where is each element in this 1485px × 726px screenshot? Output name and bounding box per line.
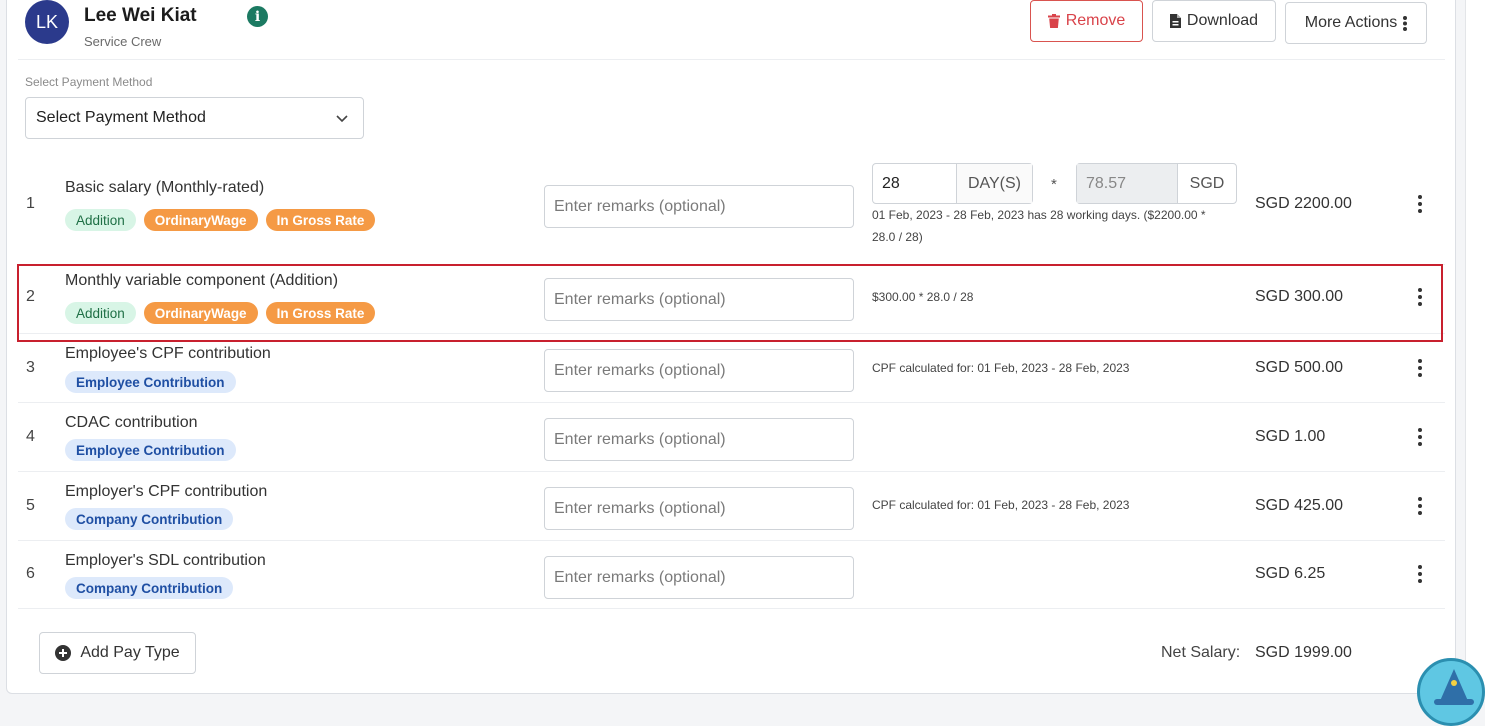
download-button[interactable]: Download bbox=[1152, 0, 1276, 42]
payment-method-label: Select Payment Method bbox=[25, 75, 153, 89]
pay-item-amount: SGD 6.25 bbox=[1255, 565, 1326, 582]
days-input-group[interactable]: 28 DAY(S) bbox=[872, 163, 1033, 204]
pay-item-title: CDAC contribution bbox=[65, 414, 198, 431]
badge-addition: Addition bbox=[65, 209, 136, 231]
pay-item-note: CPF calculated for: 01 Feb, 2023 - 28 Fe… bbox=[872, 361, 1130, 375]
add-pay-type-label: Add Pay Type bbox=[80, 644, 180, 661]
header-divider bbox=[18, 59, 1445, 60]
remarks-input[interactable] bbox=[544, 185, 854, 228]
more-vertical-icon bbox=[1403, 15, 1408, 31]
row-number: 3 bbox=[26, 359, 35, 376]
badge-company-contribution: Company Contribution bbox=[65, 577, 234, 599]
payment-method-select[interactable]: Select Payment Method bbox=[25, 97, 364, 139]
net-salary-value: SGD 1999.00 bbox=[1255, 644, 1352, 661]
payment-method-value: Select Payment Method bbox=[36, 109, 206, 126]
pay-item-amount: SGD 1.00 bbox=[1255, 428, 1326, 445]
rate-input: 78.57 bbox=[1077, 164, 1178, 203]
badge-employee-contribution: Employee Contribution bbox=[65, 439, 236, 461]
highlight-box bbox=[17, 264, 1443, 342]
more-actions-button[interactable]: More Actions bbox=[1285, 2, 1427, 44]
pay-item-note: CPF calculated for: 01 Feb, 2023 - 28 Fe… bbox=[872, 498, 1130, 512]
row-menu-icon[interactable] bbox=[1416, 565, 1424, 583]
badge-employee-contribution: Employee Contribution bbox=[65, 371, 236, 393]
more-actions-label: More Actions bbox=[1304, 14, 1398, 31]
basic-salary-note: 01 Feb, 2023 - 28 Feb, 2023 has 28 worki… bbox=[872, 208, 1206, 244]
employee-role: Service Crew bbox=[84, 34, 162, 49]
net-salary-label: Net Salary: bbox=[1161, 644, 1241, 661]
plus-circle-icon bbox=[55, 645, 72, 661]
pay-item-badges: Company Contribution bbox=[65, 577, 234, 599]
download-label: Download bbox=[1186, 12, 1259, 29]
row-number: 1 bbox=[26, 195, 35, 212]
avatar: LK bbox=[25, 0, 69, 44]
add-pay-type-button[interactable]: Add Pay Type bbox=[39, 632, 196, 674]
badge-in-gross-rate: In Gross Rate bbox=[265, 209, 376, 231]
badge-ordinary-wage: OrdinaryWage bbox=[143, 209, 258, 231]
info-icon[interactable]: i bbox=[247, 6, 268, 27]
row-menu-icon[interactable] bbox=[1416, 195, 1424, 213]
pay-item-badges: Employee Contribution bbox=[65, 371, 236, 393]
wizard-hat-icon bbox=[1434, 669, 1474, 705]
pay-item-amount: SGD 2200.00 bbox=[1255, 195, 1352, 212]
pay-item-amount: SGD 500.00 bbox=[1255, 359, 1344, 376]
row-menu-icon[interactable] bbox=[1416, 497, 1424, 515]
row-menu-icon[interactable] bbox=[1416, 359, 1424, 377]
remarks-input[interactable] bbox=[544, 556, 854, 599]
helper-chat-icon[interactable] bbox=[1417, 658, 1485, 726]
pay-item-row: 4 CDAC contribution Employee Contributio… bbox=[18, 403, 1445, 472]
pay-item-row: 6 Employer's SDL contribution Company Co… bbox=[18, 541, 1445, 609]
pdf-file-icon bbox=[1169, 14, 1181, 28]
row-number: 6 bbox=[26, 565, 35, 582]
rate-input-group: 78.57 SGD bbox=[1076, 163, 1237, 204]
pay-item-badges: Addition OrdinaryWage In Gross Rate bbox=[65, 209, 376, 231]
remove-label: Remove bbox=[1065, 12, 1126, 29]
employee-name: Lee Wei Kiat bbox=[84, 5, 197, 26]
row-menu-icon[interactable] bbox=[1416, 428, 1424, 446]
trash-icon bbox=[1047, 14, 1060, 28]
pay-item-row: 5 Employer's CPF contribution Company Co… bbox=[18, 472, 1445, 541]
chevron-down-icon bbox=[336, 115, 348, 123]
days-input[interactable]: 28 bbox=[873, 164, 957, 203]
remove-button[interactable]: Remove bbox=[1030, 0, 1143, 42]
pay-item-title: Basic salary (Monthly-rated) bbox=[65, 179, 265, 196]
row-number: 4 bbox=[26, 428, 35, 445]
rate-unit: SGD bbox=[1189, 174, 1225, 192]
multiply-sign: * bbox=[1051, 176, 1057, 193]
pay-item-title: Employer's CPF contribution bbox=[65, 483, 268, 500]
days-unit: DAY(S) bbox=[957, 164, 1032, 203]
remarks-input[interactable] bbox=[544, 418, 854, 461]
pay-item-badges: Employee Contribution bbox=[65, 439, 236, 461]
pay-item-row: 3 Employee's CPF contribution Employee C… bbox=[18, 334, 1445, 403]
pay-item-badges: Company Contribution bbox=[65, 508, 234, 530]
payslip-page: LK Lee Wei Kiat Service Crew i Remove Do… bbox=[0, 0, 1485, 726]
pay-item-amount: SGD 425.00 bbox=[1255, 497, 1344, 514]
row-number: 5 bbox=[26, 497, 35, 514]
scrollbar-track[interactable] bbox=[1465, 0, 1485, 687]
remarks-input[interactable] bbox=[544, 349, 854, 392]
badge-company-contribution: Company Contribution bbox=[65, 508, 234, 530]
remarks-input[interactable] bbox=[544, 487, 854, 530]
pay-item-title: Employee's CPF contribution bbox=[65, 345, 271, 362]
avatar-initials: LK bbox=[35, 11, 59, 32]
pay-item-title: Employer's SDL contribution bbox=[65, 552, 266, 569]
